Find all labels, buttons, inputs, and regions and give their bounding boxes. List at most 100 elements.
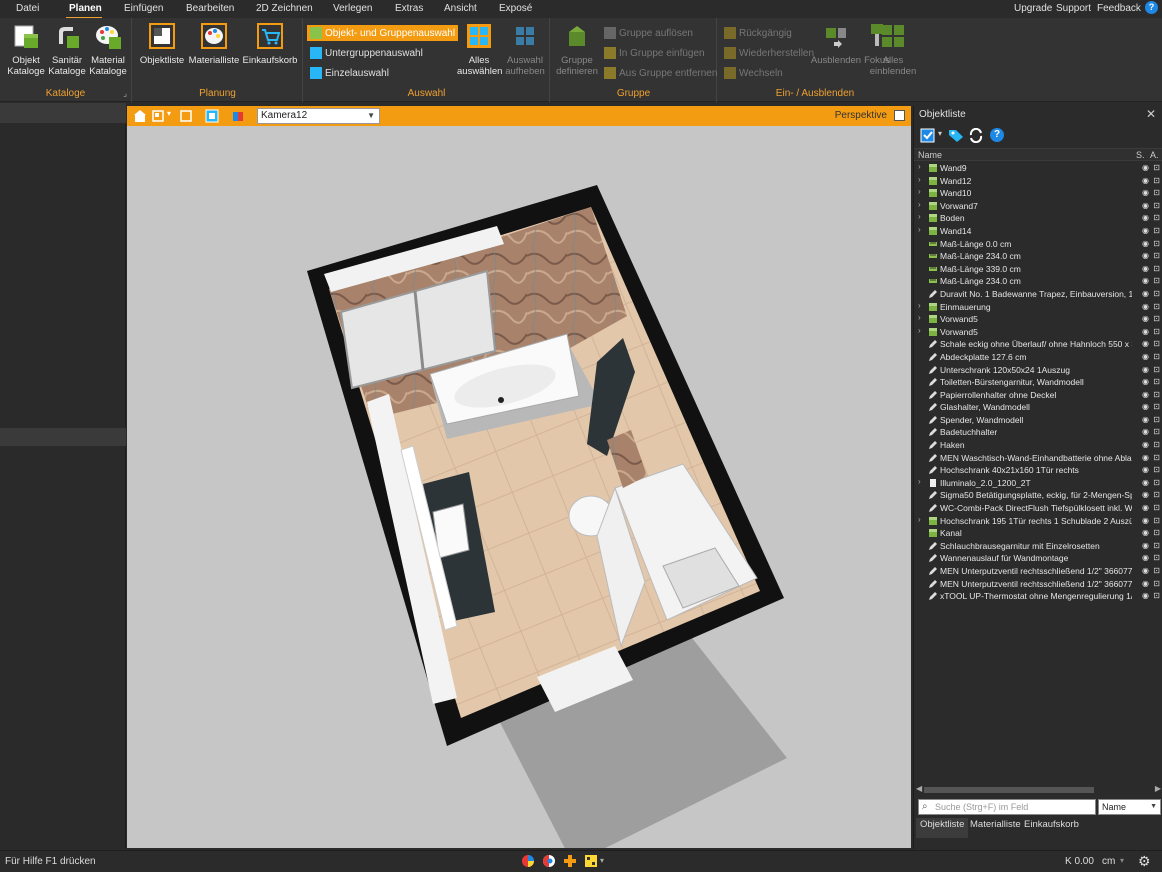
column-s[interactable]: S. (1136, 150, 1145, 160)
column-a[interactable]: A. (1150, 150, 1159, 160)
tree-item[interactable]: › Vorwand5 ◉ ⊡ (914, 326, 1162, 339)
tree-item[interactable]: WC-Combi-Pack DirectFlush Tiefspülkloset… (914, 502, 1162, 515)
menu-extras[interactable]: Extras (395, 3, 423, 14)
tree-item[interactable]: Maß-Länge 0.0 cm ◉ ⊡ (914, 238, 1162, 251)
visibility-eye-icon[interactable]: ◉ (1142, 275, 1149, 288)
einzelauswahl-button[interactable]: Einzelauswahl (310, 65, 389, 81)
tree-item[interactable]: › Illuminalo_2.0_1200_2T ◉ ⊡ (914, 477, 1162, 490)
expand-chevron-icon[interactable]: › (918, 313, 921, 322)
tree-item[interactable]: › Wand14 ◉ ⊡ (914, 225, 1162, 238)
lock-icon[interactable]: ⊡ (1153, 565, 1160, 578)
render-cube-icon[interactable] (231, 109, 245, 123)
tree-item[interactable]: Maß-Länge 234.0 cm ◉ ⊡ (914, 250, 1162, 263)
help-icon[interactable]: ? (1145, 1, 1158, 14)
lock-icon[interactable]: ⊡ (1153, 414, 1160, 427)
visibility-eye-icon[interactable]: ◉ (1142, 301, 1149, 314)
menu-bearbeiten[interactable]: Bearbeiten (186, 3, 234, 14)
maximize-icon[interactable] (894, 110, 905, 121)
tag-icon[interactable] (948, 128, 964, 143)
lock-icon[interactable]: ⊡ (1153, 313, 1160, 326)
visibility-eye-icon[interactable]: ◉ (1142, 590, 1149, 603)
render-mode-icon[interactable] (521, 854, 535, 868)
lock-icon[interactable]: ⊡ (1153, 263, 1160, 276)
visibility-eye-icon[interactable]: ◉ (1142, 578, 1149, 591)
in-gruppe-einfuegen-button[interactable]: In Gruppe einfügen (604, 45, 705, 61)
tab-materialliste[interactable]: Materialliste (966, 818, 1025, 838)
visibility-eye-icon[interactable]: ◉ (1142, 351, 1149, 364)
tree-item[interactable]: Glashalter, Wandmodell ◉ ⊡ (914, 401, 1162, 414)
lock-icon[interactable]: ⊡ (1153, 351, 1160, 364)
lock-icon[interactable]: ⊡ (1153, 326, 1160, 339)
visibility-eye-icon[interactable]: ◉ (1142, 426, 1149, 439)
lock-icon[interactable]: ⊡ (1153, 401, 1160, 414)
lock-icon[interactable]: ⊡ (1153, 238, 1160, 251)
lock-icon[interactable]: ⊡ (1153, 464, 1160, 477)
dialog-launcher-icon[interactable]: ⌟ (123, 89, 127, 98)
tree-item[interactable]: › Wand9 ◉ ⊡ (914, 162, 1162, 175)
tab-einkaufskorb[interactable]: Einkaufskorb (1020, 818, 1083, 838)
visibility-eye-icon[interactable]: ◉ (1142, 364, 1149, 377)
visibility-eye-icon[interactable]: ◉ (1142, 200, 1149, 213)
tree-item[interactable]: Unterschrank 120x50x24 1Auszug ◉ ⊡ (914, 364, 1162, 377)
lock-icon[interactable]: ⊡ (1153, 540, 1160, 553)
tree-item[interactable]: Badetuchhalter ◉ ⊡ (914, 426, 1162, 439)
wiederherstellen-button[interactable]: Wiederherstellen (724, 45, 814, 61)
tree-item[interactable]: Hochschrank 40x21x160 1Tür rechts ◉ ⊡ (914, 464, 1162, 477)
tree-item[interactable]: xTOOL UP-Thermostat ohne Mengenregulieru… (914, 590, 1162, 603)
lock-icon[interactable]: ⊡ (1153, 489, 1160, 502)
lock-icon[interactable]: ⊡ (1153, 162, 1160, 175)
lock-icon[interactable]: ⊡ (1153, 376, 1160, 389)
room-3d-render[interactable] (127, 126, 911, 848)
visibility-eye-icon[interactable]: ◉ (1142, 452, 1149, 465)
visibility-eye-icon[interactable]: ◉ (1142, 464, 1149, 477)
lock-icon[interactable]: ⊡ (1153, 578, 1160, 591)
menu-datei[interactable]: Datei (16, 3, 39, 14)
visibility-eye-icon[interactable]: ◉ (1142, 212, 1149, 225)
feedback-link[interactable]: Feedback (1097, 3, 1141, 14)
menu-ansicht[interactable]: Ansicht (444, 3, 477, 14)
tree-item[interactable]: Abdeckplatte 127.6 cm ◉ ⊡ (914, 351, 1162, 364)
gruppe-definieren-button[interactable]: Gruppe definieren (554, 22, 600, 77)
visibility-eye-icon[interactable]: ◉ (1142, 313, 1149, 326)
search-input[interactable]: ⌕ Suche (Strg+F) im Feld (918, 799, 1096, 815)
tree-item[interactable]: Maß-Länge 234.0 cm ◉ ⊡ (914, 275, 1162, 288)
expand-chevron-icon[interactable]: › (918, 477, 921, 486)
lock-icon[interactable]: ⊡ (1153, 426, 1160, 439)
visibility-eye-icon[interactable]: ◉ (1142, 515, 1149, 528)
lock-icon[interactable]: ⊡ (1153, 452, 1160, 465)
help-icon[interactable]: ? (990, 128, 1004, 142)
scroll-right-icon[interactable]: ▶ (1155, 784, 1161, 793)
visibility-eye-icon[interactable]: ◉ (1142, 502, 1149, 515)
tree-item[interactable]: Toiletten-Bürstengarnitur, Wandmodell ◉ ⊡ (914, 376, 1162, 389)
visibility-eye-icon[interactable]: ◉ (1142, 263, 1149, 276)
shading-icon[interactable] (542, 854, 556, 868)
tree-item[interactable]: Duravit No. 1 Badewanne Trapez, Einbauve… (914, 288, 1162, 301)
expand-chevron-icon[interactable]: › (918, 200, 921, 209)
tree-item[interactable]: Sigma50 Betätigungsplatte, eckig, für 2-… (914, 489, 1162, 502)
visibility-eye-icon[interactable]: ◉ (1142, 414, 1149, 427)
sanitaer-kataloge-button[interactable]: Sanitär Kataloge (47, 22, 87, 77)
einkaufskorb-button[interactable]: Einkaufskorb (241, 22, 299, 66)
visibility-eye-icon[interactable]: ◉ (1142, 250, 1149, 263)
tree-item[interactable]: › Vorwand5 ◉ ⊡ (914, 313, 1162, 326)
expand-chevron-icon[interactable]: › (918, 162, 921, 171)
gruppe-aufloesen-button[interactable]: Gruppe auflösen (604, 25, 693, 41)
visibility-eye-icon[interactable]: ◉ (1142, 187, 1149, 200)
visibility-eye-icon[interactable]: ◉ (1142, 175, 1149, 188)
horizontal-scrollbar[interactable]: ◀ ▶ (914, 784, 1162, 796)
scrollbar-thumb[interactable] (924, 787, 1094, 793)
lock-icon[interactable]: ⊡ (1153, 187, 1160, 200)
lock-icon[interactable]: ⊡ (1153, 338, 1160, 351)
lock-icon[interactable]: ⊡ (1153, 590, 1160, 603)
chevron-down-icon[interactable]: ▾ (1120, 856, 1124, 865)
visibility-eye-icon[interactable]: ◉ (1142, 389, 1149, 402)
menu-planen[interactable]: Planen (69, 3, 102, 14)
tree-item[interactable]: MEN Unterputzventil rechtsschließend 1/2… (914, 578, 1162, 591)
checkbox-filter-icon[interactable] (920, 128, 936, 143)
lock-icon[interactable]: ⊡ (1153, 439, 1160, 452)
tree-item[interactable]: › Wand10 ◉ ⊡ (914, 187, 1162, 200)
column-name[interactable]: Name (918, 150, 942, 160)
tree-item[interactable]: › Einmauerung ◉ ⊡ (914, 301, 1162, 314)
chevron-down-icon[interactable]: ▾ (167, 109, 171, 118)
lock-icon[interactable]: ⊡ (1153, 212, 1160, 225)
